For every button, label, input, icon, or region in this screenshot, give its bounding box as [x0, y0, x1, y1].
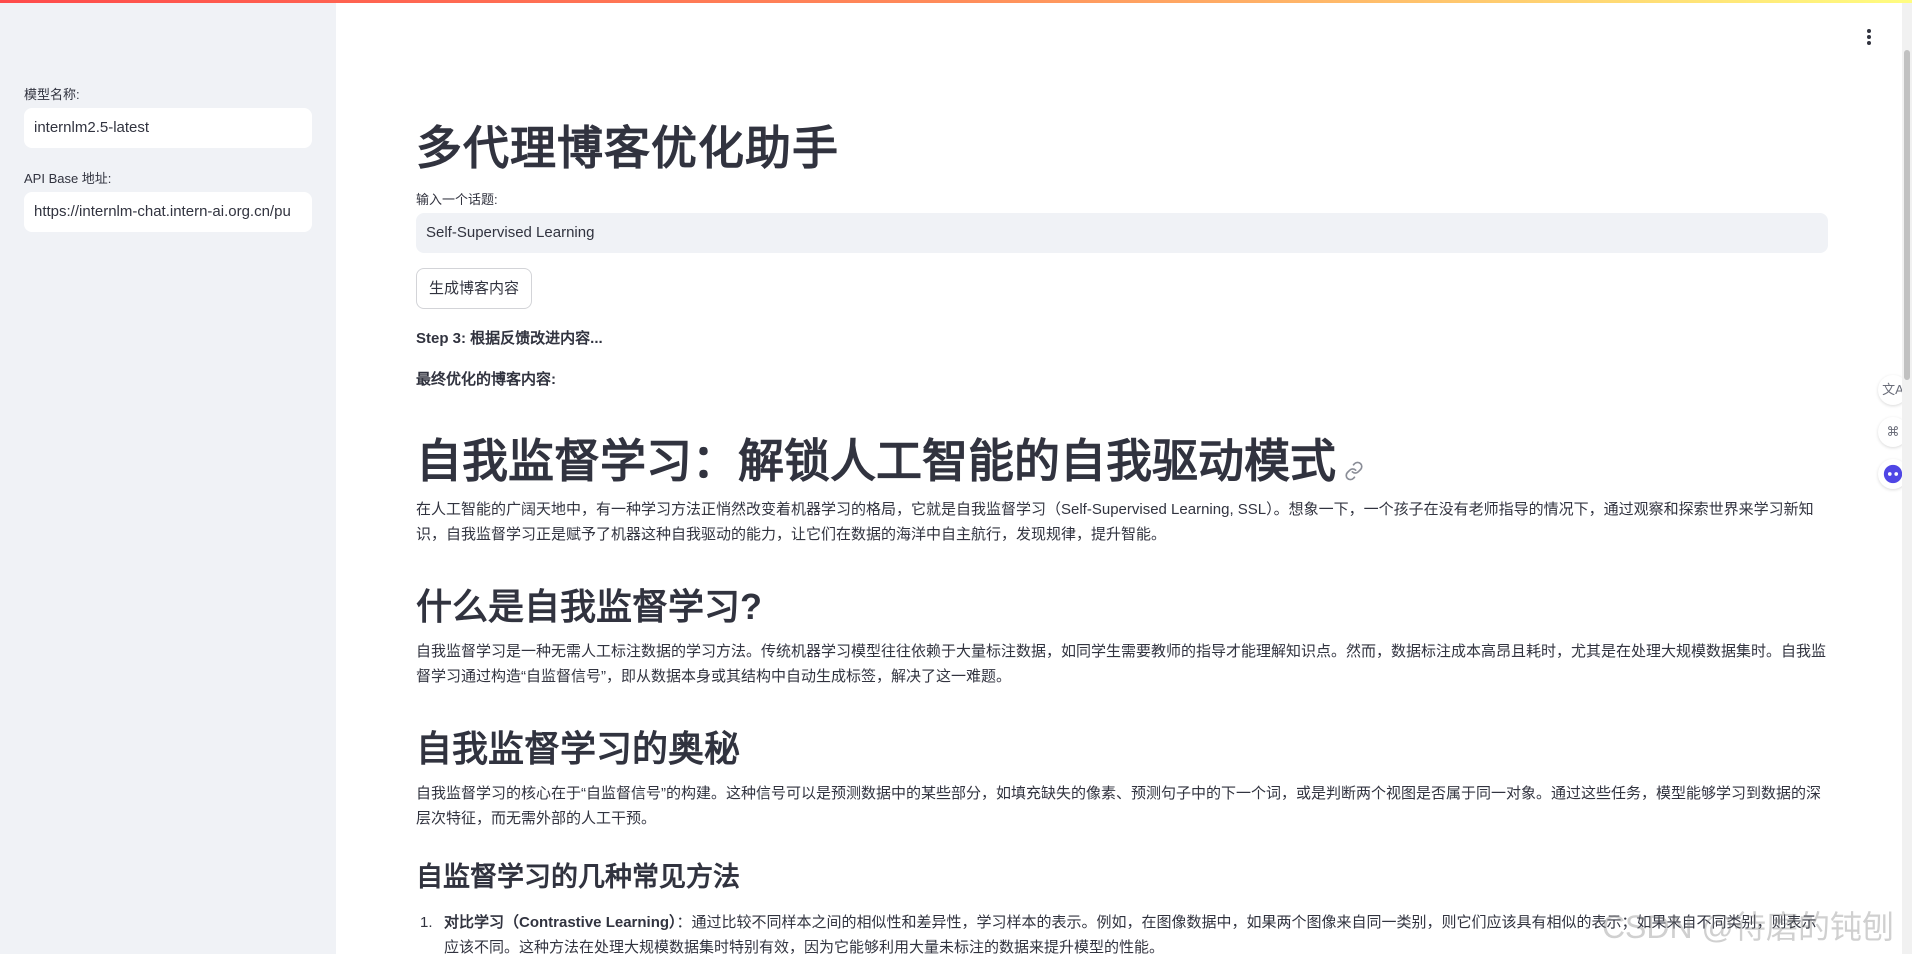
model-name-label: 模型名称: — [24, 87, 80, 102]
article-paragraph-intro: 在人工智能的广阔天地中，有一种学习方法正悄然改变着机器学习的格局，它就是自我监督… — [416, 501, 1814, 543]
section-heading-secret: 自我监督学习的奥秘 — [416, 728, 741, 769]
article-paragraph-core: 自我监督学习的核心在于“自监督信号”的构建。这种信号可以是预测数据中的某些部分，… — [416, 785, 1822, 827]
api-base-input[interactable]: https://internlm-chat.intern-ai.org.cn/p… — [24, 192, 312, 232]
section-heading-what-is: 什么是自我监督学习? — [416, 586, 762, 627]
list-item-number: 1. — [420, 914, 433, 931]
article-heading-text: 自我监督学习：解锁人工智能的自我驱动模式 — [416, 435, 1336, 487]
final-content-label: 最终优化的博客内容: — [416, 371, 556, 388]
watermark: CSDN @待磨的钝刨 — [1601, 909, 1894, 945]
article-heading: 自我监督学习：解锁人工智能的自我驱动模式 — [416, 425, 1364, 492]
api-base-label: API Base 地址: — [24, 171, 112, 186]
step-status-text: Step 3: 根据反馈改进内容... — [416, 330, 603, 347]
sidebar: 模型名称: internlm2.5-latest API Base 地址: ht… — [0, 0, 336, 954]
section-heading-methods: 自监督学习的几种常见方法 — [416, 862, 740, 892]
main-area: 多代理博客优化助手 输入一个话题: Self-Supervised Learni… — [336, 0, 1912, 954]
list-item-term: 对比学习（Contrastive Learning） — [444, 914, 677, 931]
topic-input[interactable]: Self-Supervised Learning — [416, 213, 1828, 253]
page-title: 多代理博客优化助手 — [416, 122, 839, 174]
article-paragraph-definition: 自我监督学习是一种无需人工标注数据的学习方法。传统机器学习模型往往依赖于大量标注… — [416, 643, 1827, 685]
top-decoration-bar — [0, 0, 1912, 3]
topic-input-label: 输入一个话题: — [416, 192, 498, 207]
scrollbar-thumb[interactable] — [1904, 50, 1910, 380]
model-name-input[interactable]: internlm2.5-latest — [24, 108, 312, 148]
generate-blog-button[interactable]: 生成博客内容 — [416, 268, 533, 309]
link-icon[interactable] — [1344, 438, 1364, 492]
page-scrollbar[interactable] — [1902, 0, 1912, 954]
more-vertical-icon[interactable] — [1860, 26, 1878, 46]
